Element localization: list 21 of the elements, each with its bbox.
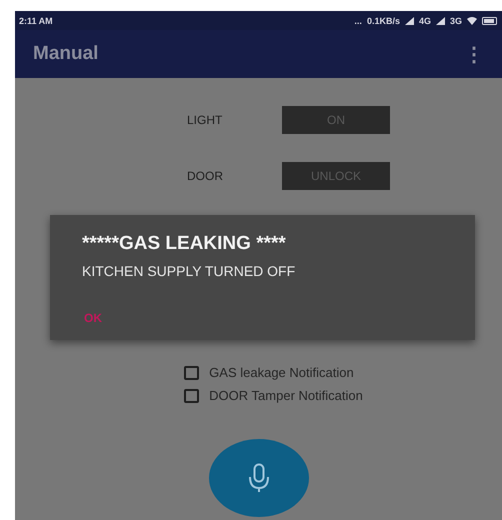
network-type: 3G <box>450 16 462 26</box>
dialog-title: *****GAS LEAKING **** <box>82 233 286 255</box>
wifi-icon <box>467 16 477 24</box>
status-time: 2:11 AM <box>19 16 53 26</box>
checkbox[interactable] <box>184 366 200 380</box>
network-speed: 0.1KB/s <box>366 16 400 26</box>
dialog-message: KITCHEN SUPPLY TURNED OFF <box>82 263 296 279</box>
network-type: 4G <box>418 16 431 26</box>
microphone-icon <box>248 463 270 493</box>
signal-icon <box>436 16 445 24</box>
ok-button[interactable]: OK <box>82 309 108 327</box>
screen-title: Manual <box>33 43 100 65</box>
checkbox[interactable] <box>184 388 200 402</box>
status-dots: ... <box>354 16 362 26</box>
control-label: LIGHT <box>186 113 224 127</box>
menu-button[interactable]: ⋮ <box>460 42 488 66</box>
checkbox-label: GAS leakage Notification <box>209 365 354 380</box>
control-label: DOOR <box>186 169 224 183</box>
signal-icon <box>404 16 414 24</box>
checkbox-label: DOOR Tamper Notification <box>209 388 363 403</box>
battery-icon <box>482 16 498 24</box>
